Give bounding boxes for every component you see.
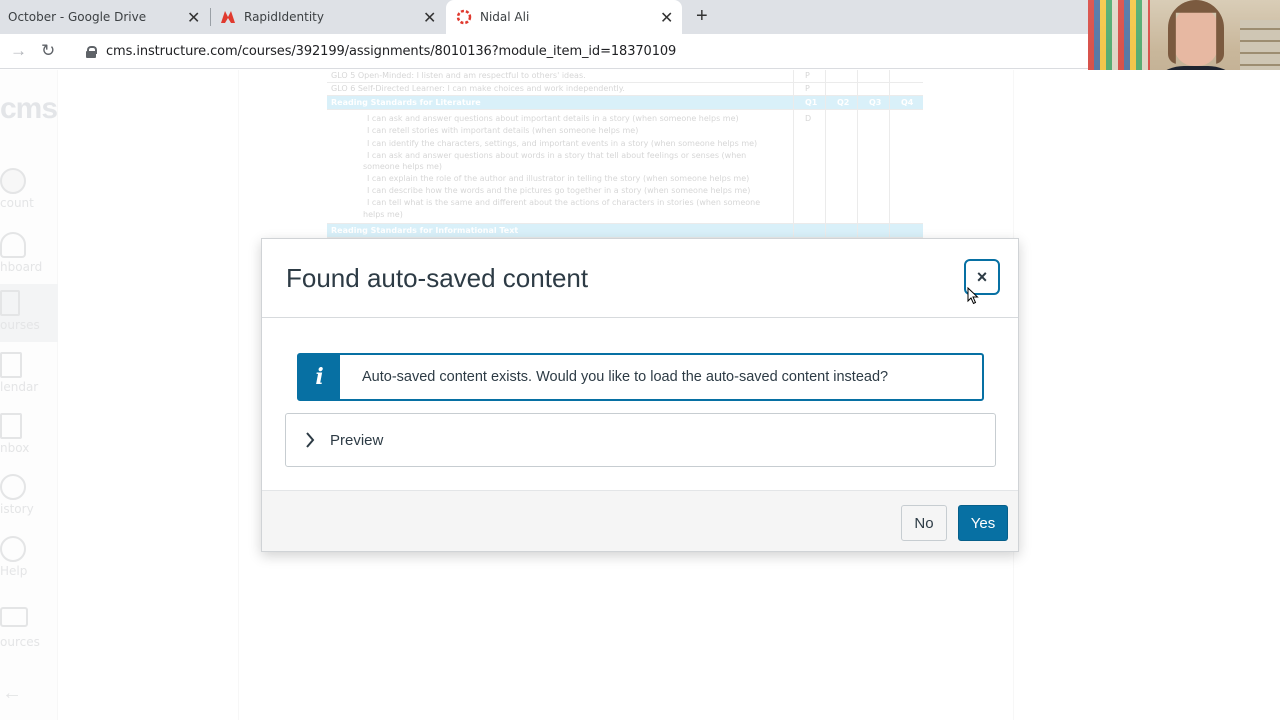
yes-button[interactable]: Yes [958,505,1008,541]
forward-arrow-icon[interactable]: → [10,41,27,61]
tab-close-icon[interactable]: ✕ [660,8,673,27]
tab-label: October - Google Drive [8,10,147,24]
tab-rapididentity[interactable]: RapidIdentity ✕ [212,0,444,34]
alert-message: Auto-saved content exists. Would you lik… [362,369,889,385]
reload-icon[interactable]: ↻ [41,41,55,61]
info-alert: i Auto-saved content exists. Would you l… [297,353,984,401]
tab-close-icon[interactable]: ✕ [423,8,436,27]
preview-toggle[interactable]: Preview [285,413,996,467]
tab-google-drive[interactable]: October - Google Drive ✕ [0,0,208,34]
url-text: cms.instructure.com/courses/392199/assig… [106,44,677,59]
address-bar[interactable]: cms.instructure.com/courses/392199/assig… [76,38,1086,65]
tab-close-icon[interactable]: ✕ [187,8,200,27]
person-head [1174,6,1218,66]
dialog-header: Found auto-saved content × [262,239,1018,318]
autosave-dialog: Found auto-saved content × i Auto-saved … [261,238,1019,552]
tab-separator [210,8,211,26]
tab-label: Nidal Ali [480,10,530,24]
rapididentity-icon [220,10,236,24]
canvas-icon [456,9,472,25]
dialog-footer: No Yes [262,490,1018,551]
no-button[interactable]: No [901,505,947,541]
tab-label: RapidIdentity [244,10,324,24]
preview-label: Preview [330,431,384,449]
lock-icon [86,45,97,58]
close-icon: × [976,267,988,287]
info-icon: i [299,355,340,399]
mouse-pointer-icon [967,287,979,305]
new-tab-plus-icon[interactable]: + [696,5,708,28]
chevron-right-icon [302,432,318,448]
tab-nidal-ali[interactable]: Nidal Ali ✕ [446,0,682,34]
dialog-title: Found auto-saved content [286,263,589,293]
